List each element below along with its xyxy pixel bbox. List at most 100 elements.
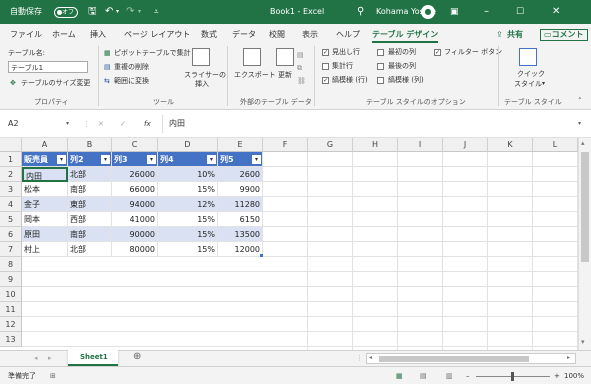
add-sheet-icon[interactable]: ⊕ (133, 352, 141, 362)
zoom-out-icon[interactable]: – (466, 371, 470, 381)
row-header[interactable]: 1 (0, 152, 22, 167)
table-cell[interactable]: 10% (158, 167, 218, 182)
tab-data[interactable]: データ (232, 27, 256, 43)
maximize-icon[interactable]: ☐ (516, 0, 524, 24)
collapse-ribbon-icon[interactable]: ˄ (578, 96, 582, 106)
vertical-scrollbar[interactable]: ▴ ▾ (578, 138, 591, 350)
redo-dropdown-icon[interactable]: ▾ (138, 0, 141, 24)
pivot-summary-button[interactable]: ピボットテーブルで集計 (114, 48, 191, 58)
quick-styles-button[interactable]: クイック (517, 69, 545, 79)
table-cell[interactable]: 北部 (68, 242, 112, 257)
column-header-l[interactable]: L (533, 138, 578, 152)
total-row-checkbox[interactable] (322, 63, 329, 70)
column-header-k[interactable]: K (488, 138, 533, 152)
formula-input[interactable]: 内田 (169, 119, 185, 129)
table-cell[interactable]: 15% (158, 227, 218, 242)
autosave-toggle[interactable]: オフ (54, 7, 78, 18)
filter-button-checkbox[interactable]: ✓ (434, 49, 441, 56)
zoom-in-icon[interactable]: + (554, 371, 560, 381)
table-cell[interactable]: 金子 (22, 197, 68, 212)
filter-dropdown-icon[interactable]: ▾ (252, 155, 261, 164)
row-header[interactable]: 10 (0, 287, 22, 302)
table-name-input[interactable]: テーブル1 (8, 61, 88, 73)
tab-help[interactable]: ヘルプ (336, 27, 360, 43)
name-box-dropdown-icon[interactable]: ▾ (66, 119, 69, 129)
zoom-slider-thumb[interactable] (511, 372, 514, 381)
table-resize-handle[interactable] (260, 254, 263, 257)
table-cell[interactable]: 94000 (112, 197, 158, 212)
tab-table-design[interactable]: テーブル デザイン (372, 27, 439, 43)
table-cell[interactable]: 13500 (218, 227, 263, 242)
undo-icon[interactable]: ↶ (105, 0, 113, 24)
scroll-left-icon[interactable]: ◂ (369, 354, 372, 361)
table-cell[interactable]: 9900 (218, 182, 263, 197)
table-cell[interactable]: 41000 (112, 212, 158, 227)
last-column-checkbox[interactable] (377, 63, 384, 70)
page-layout-view-icon[interactable]: ▤ (420, 371, 427, 381)
tab-review[interactable]: 校閲 (269, 27, 285, 43)
table-header-cell[interactable]: 列2 ▾ (68, 152, 112, 167)
table-cell[interactable]: 村上 (22, 242, 68, 257)
column-header-e[interactable]: E (218, 138, 263, 152)
row-header[interactable]: 4 (0, 197, 22, 212)
banded-rows-checkbox[interactable]: ✓ (322, 77, 329, 84)
open-browser-icon[interactable]: ⧉ (297, 63, 302, 73)
resize-table-button[interactable]: テーブルのサイズ変更 (21, 78, 90, 88)
scroll-right-icon[interactable]: ▸ (567, 354, 570, 361)
column-header-j[interactable]: J (443, 138, 488, 152)
insert-function-icon[interactable]: fx (144, 119, 151, 129)
scroll-up-icon[interactable]: ▴ (581, 139, 585, 147)
table-cell[interactable]: 松本 (22, 182, 68, 197)
table-header-cell[interactable]: 販売員 ▾ (22, 152, 68, 167)
table-header-cell[interactable]: 列5 ▾ (218, 152, 263, 167)
scroll-down-icon[interactable]: ▾ (581, 338, 585, 346)
row-header[interactable]: 12 (0, 317, 22, 332)
column-header-a[interactable]: A (22, 138, 68, 152)
vertical-scroll-thumb[interactable] (581, 152, 589, 262)
table-cell-selected[interactable]: 内田 (22, 167, 68, 182)
column-header-h[interactable]: H (353, 138, 398, 152)
table-cell[interactable]: 80000 (112, 242, 158, 257)
undo-dropdown-icon[interactable]: ▾ (116, 0, 119, 24)
convert-to-range-button[interactable]: 範囲に変換 (114, 76, 149, 86)
prev-sheet-icon[interactable]: ◂ (34, 353, 38, 363)
select-all-corner[interactable] (0, 138, 22, 152)
table-cell[interactable]: 11280 (218, 197, 263, 212)
name-box[interactable]: A2 (8, 119, 19, 129)
customize-icon[interactable]: ⩡ (154, 0, 159, 24)
unlink-icon[interactable]: ⛓ (297, 76, 306, 86)
normal-view-icon[interactable]: ▦ (396, 371, 403, 381)
table-cell[interactable]: 南部 (68, 182, 112, 197)
column-header-f[interactable]: F (263, 138, 308, 152)
table-cell[interactable]: 66000 (112, 182, 158, 197)
properties-icon[interactable]: ▤ (297, 50, 304, 60)
table-cell[interactable]: 北部 (68, 167, 112, 182)
table-cell[interactable]: 東部 (68, 197, 112, 212)
tab-file[interactable]: ファイル (10, 27, 42, 43)
table-cell[interactable]: 12% (158, 197, 218, 212)
column-header-g[interactable]: G (308, 138, 353, 152)
column-header-i[interactable]: I (398, 138, 443, 152)
sheet-tab-sheet1[interactable]: Sheet1 (68, 350, 118, 366)
macro-record-icon[interactable]: ⊞ (50, 371, 56, 381)
table-cell[interactable]: 15% (158, 212, 218, 227)
split-handle-icon[interactable]: ⋮ (356, 353, 363, 363)
save-icon[interactable]: 🖫 (88, 0, 97, 24)
row-header[interactable]: 8 (0, 257, 22, 272)
table-header-cell[interactable]: 列3 ▾ (112, 152, 158, 167)
cancel-icon[interactable]: ✕ (98, 119, 104, 129)
row-header[interactable]: 11 (0, 302, 22, 317)
tab-insert[interactable]: 挿入 (90, 27, 106, 43)
search-icon[interactable]: ⚲ (357, 0, 364, 24)
export-button[interactable]: エクスポート (234, 70, 276, 80)
column-header-d[interactable]: D (158, 138, 218, 152)
table-cell[interactable]: 12000 (218, 242, 263, 257)
banded-columns-checkbox[interactable] (377, 77, 384, 84)
minimize-icon[interactable]: – (484, 0, 489, 24)
comment-button[interactable]: ▭コメント (540, 29, 588, 41)
tab-view[interactable]: 表示 (302, 27, 318, 43)
remove-duplicates-button[interactable]: 重複の削除 (114, 62, 149, 72)
table-cell[interactable]: 南部 (68, 227, 112, 242)
table-cell[interactable]: 西部 (68, 212, 112, 227)
table-cell[interactable]: 15% (158, 182, 218, 197)
